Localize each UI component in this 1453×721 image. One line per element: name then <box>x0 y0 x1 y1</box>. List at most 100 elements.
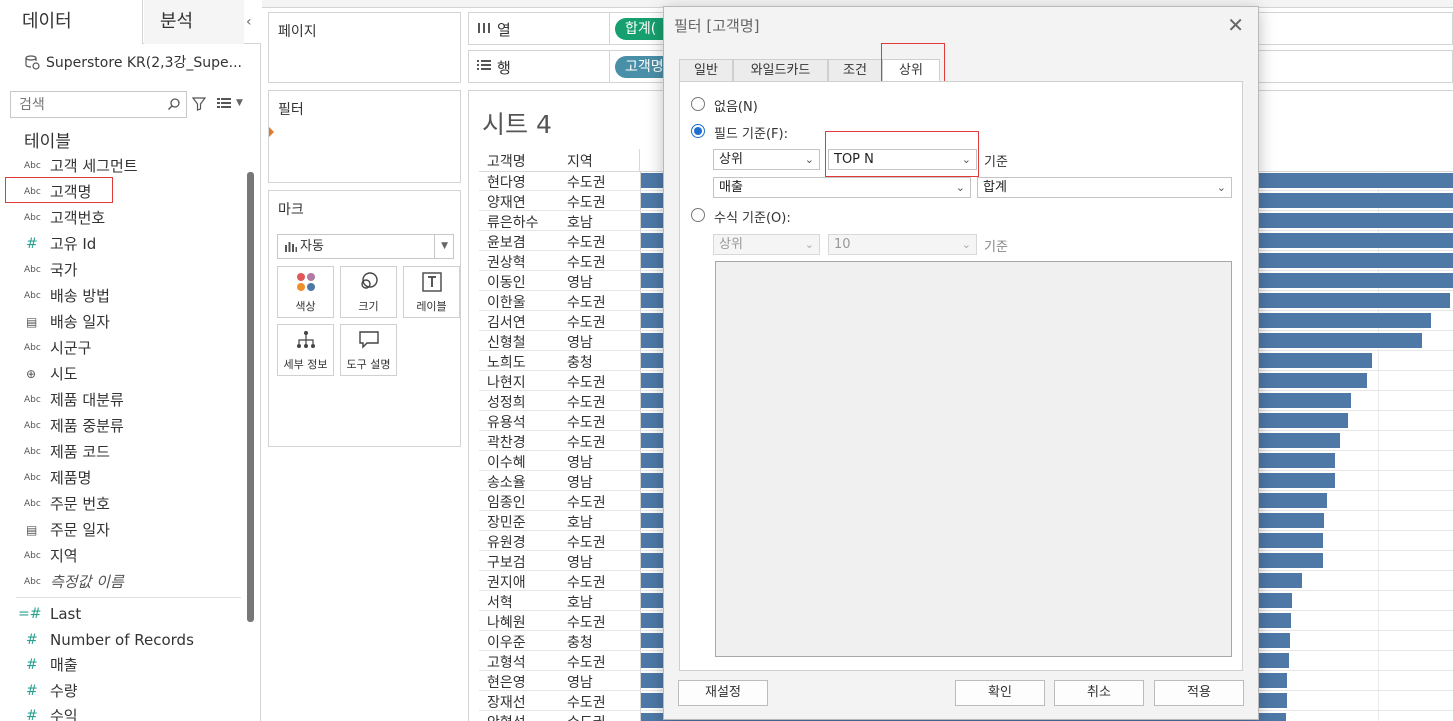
region-cell[interactable]: 수도권 <box>567 392 606 412</box>
collapse-pane-icon[interactable]: ‹ <box>246 14 252 30</box>
region-cell[interactable]: 수도권 <box>567 292 606 312</box>
cancel-button[interactable]: 취소 <box>1054 680 1144 706</box>
customer-name-cell[interactable]: 권지애 <box>487 572 526 592</box>
tab-wildcard[interactable]: 와일드카드 <box>733 59 828 81</box>
header-customer-name[interactable]: 고객명 <box>487 151 526 171</box>
field-item[interactable]: Abc 시군구 <box>0 335 240 361</box>
field-item[interactable]: Abc 제품명 <box>0 465 240 491</box>
radio-by-formula[interactable] <box>691 208 705 222</box>
region-cell[interactable]: 영남 <box>567 672 593 692</box>
measure-item[interactable]: # 수량 <box>0 678 240 704</box>
region-cell[interactable]: 수도권 <box>567 692 606 712</box>
customer-name-cell[interactable]: 안형석 <box>487 712 526 721</box>
region-cell[interactable]: 수도권 <box>567 372 606 392</box>
close-icon[interactable]: ✕ <box>1227 13 1244 37</box>
apply-button[interactable]: 적용 <box>1154 680 1244 706</box>
measure-item[interactable]: =# Last <box>0 601 240 627</box>
measure-item[interactable]: # Number of Records <box>0 627 240 653</box>
field-item[interactable]: ⊕ 시도 <box>0 361 240 387</box>
customer-name-cell[interactable]: 장재선 <box>487 692 526 712</box>
tab-general[interactable]: 일반 <box>679 59 733 81</box>
customer-name-cell[interactable]: 김서연 <box>487 312 526 332</box>
region-cell[interactable]: 호남 <box>567 212 593 232</box>
region-cell[interactable]: 수도권 <box>567 572 606 592</box>
region-cell[interactable]: 영남 <box>567 472 593 492</box>
customer-name-cell[interactable]: 양재연 <box>487 192 526 212</box>
header-region[interactable]: 지역 <box>567 151 593 171</box>
customer-name-cell[interactable]: 구보검 <box>487 552 526 572</box>
field-item[interactable]: Abc 측정값 이름 <box>0 569 240 595</box>
region-cell[interactable]: 충청 <box>567 352 593 372</box>
field-item[interactable]: Abc 고객번호 <box>0 205 240 231</box>
datasource-item[interactable]: Superstore KR(2,3강_Supe... <box>24 52 242 72</box>
region-cell[interactable]: 수도권 <box>567 612 606 632</box>
field-item[interactable]: Abc 배송 방법 <box>0 283 240 309</box>
region-cell[interactable]: 수도권 <box>567 712 606 721</box>
customer-name-cell[interactable]: 윤보겸 <box>487 232 526 252</box>
customer-name-cell[interactable]: 성정희 <box>487 392 526 412</box>
field-item[interactable]: Abc 주문 번호 <box>0 491 240 517</box>
mark-type-select[interactable]: 자동 ▼ <box>277 234 454 259</box>
region-cell[interactable]: 수도권 <box>567 492 606 512</box>
customer-name-cell[interactable]: 유원경 <box>487 532 526 552</box>
customer-name-cell[interactable]: 류은하수 <box>487 212 539 232</box>
field-item[interactable]: ▤ 주문 일자 <box>0 517 240 543</box>
ok-button[interactable]: 확인 <box>955 680 1045 706</box>
customer-name-cell[interactable]: 이수혜 <box>487 452 526 472</box>
sheet-title[interactable]: 시트 4 <box>482 105 552 141</box>
tab-condition[interactable]: 조건 <box>828 59 882 81</box>
filters-card[interactable]: 필터 <box>268 90 461 183</box>
customer-name-cell[interactable]: 현은영 <box>487 672 526 692</box>
radio-by-field[interactable] <box>691 124 705 138</box>
region-cell[interactable]: 수도권 <box>567 232 606 252</box>
tab-data[interactable]: 데이터 <box>0 0 143 44</box>
customer-name-cell[interactable]: 이한울 <box>487 292 526 312</box>
region-cell[interactable]: 수도권 <box>567 652 606 672</box>
tab-analysis[interactable]: 분석 <box>144 0 244 44</box>
customer-name-cell[interactable]: 이우준 <box>487 632 526 652</box>
field-direction-select[interactable]: 상위 ⌄ <box>713 149 820 170</box>
region-cell[interactable]: 수도권 <box>567 192 606 212</box>
formula-editor[interactable] <box>715 261 1232 657</box>
region-cell[interactable]: 영남 <box>567 452 593 472</box>
search-box[interactable] <box>10 91 187 118</box>
reset-button[interactable]: 재설정 <box>678 680 768 706</box>
customer-name-cell[interactable]: 장민준 <box>487 512 526 532</box>
chevron-down-icon[interactable]: ▼ <box>236 98 243 108</box>
customer-name-cell[interactable]: 곽찬경 <box>487 432 526 452</box>
list-view-icon[interactable] <box>217 97 231 109</box>
customer-name-cell[interactable]: 노희도 <box>487 352 526 372</box>
pages-card[interactable]: 페이지 <box>268 12 461 83</box>
scrollbar[interactable] <box>247 172 254 622</box>
customer-name-cell[interactable]: 나현지 <box>487 372 526 392</box>
field-item[interactable]: Abc 지역 <box>0 543 240 569</box>
customer-name-cell[interactable]: 현다영 <box>487 172 526 192</box>
field-item[interactable]: Abc 제품 코드 <box>0 439 240 465</box>
tooltip-button[interactable]: 도구 설명 <box>340 324 397 376</box>
region-cell[interactable]: 호남 <box>567 592 593 612</box>
field-item[interactable]: Abc 제품 중분류 <box>0 413 240 439</box>
radio-none[interactable] <box>691 97 705 111</box>
region-cell[interactable]: 수도권 <box>567 172 606 192</box>
region-cell[interactable]: 영남 <box>567 332 593 352</box>
customer-name-cell[interactable]: 임종인 <box>487 492 526 512</box>
customer-name-cell[interactable]: 권상혁 <box>487 252 526 272</box>
field-item[interactable]: Abc 국가 <box>0 257 240 283</box>
region-cell[interactable]: 영남 <box>567 552 593 572</box>
size-button[interactable]: 크기 <box>340 266 397 318</box>
region-cell[interactable]: 수도권 <box>567 412 606 432</box>
filter-icon[interactable] <box>192 97 206 111</box>
measure-item[interactable]: # 수익 <box>0 703 240 721</box>
search-input[interactable] <box>11 92 161 117</box>
region-cell[interactable]: 수도권 <box>567 312 606 332</box>
field-item[interactable]: Abc 고객 세그먼트 <box>0 153 240 179</box>
customer-name-cell[interactable]: 이동인 <box>487 272 526 292</box>
region-cell[interactable]: 충청 <box>567 632 593 652</box>
field-item[interactable]: # 고유 Id <box>0 231 240 257</box>
measure-item[interactable]: # 매출 <box>0 652 240 678</box>
color-button[interactable]: 색상 <box>277 266 334 318</box>
region-cell[interactable]: 수도권 <box>567 252 606 272</box>
region-cell[interactable]: 수도권 <box>567 432 606 452</box>
customer-name-cell[interactable]: 신형철 <box>487 332 526 352</box>
region-cell[interactable]: 수도권 <box>567 532 606 552</box>
